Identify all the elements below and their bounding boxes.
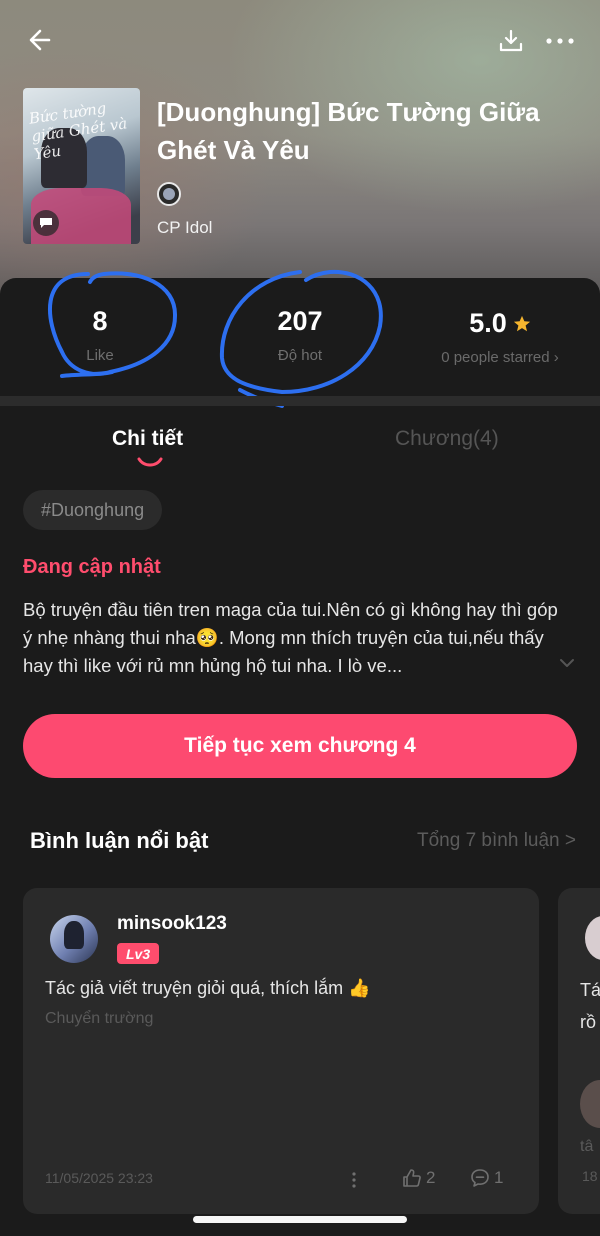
stat-rating[interactable]: 5.0 0 people starred › xyxy=(420,308,580,366)
peek-comment-text: Tá xyxy=(580,980,600,1000)
hot-count: 207 xyxy=(277,306,323,336)
back-arrow-icon xyxy=(29,29,51,51)
tab-detail[interactable]: Chi tiết xyxy=(112,427,183,451)
avatar[interactable] xyxy=(50,915,98,963)
comment-text: Tác giả viết truyện giỏi quá, thích lắm … xyxy=(45,978,371,998)
more-icon xyxy=(546,38,574,44)
speech-bubble-icon xyxy=(471,1169,489,1187)
chat-bubble-icon xyxy=(33,210,59,236)
tab-chapters[interactable]: Chương(4) xyxy=(395,427,499,451)
hot-label: Độ hot xyxy=(277,347,323,364)
back-button[interactable] xyxy=(20,20,60,60)
comment-chapter: Chuyển trường xyxy=(45,1010,154,1027)
author-name[interactable]: CP Idol xyxy=(157,218,212,238)
stat-likes: 8 Like xyxy=(40,306,160,364)
author-avatar[interactable] xyxy=(157,182,181,206)
home-indicator[interactable] xyxy=(193,1216,407,1223)
peek-comment-chapter: tâ xyxy=(580,1138,594,1155)
comment-date: 11/05/2025 23:23 xyxy=(45,1170,153,1186)
kebab-menu-icon[interactable] xyxy=(344,1170,364,1190)
comments-section-title: Bình luận nổi bật xyxy=(30,828,209,853)
comment-reply-button[interactable]: 1 xyxy=(470,1168,503,1188)
level-badge: Lv3 xyxy=(117,943,160,964)
book-title: [Duonghung] Bức Tường Giữa Ghét Và Yêu xyxy=(157,97,540,165)
chevron-down-icon[interactable] xyxy=(556,652,578,674)
hashtag-chip[interactable]: #Duonghung xyxy=(23,490,163,530)
comment-reply-count: 1 xyxy=(494,1168,504,1187)
peek-comment-date: 18 xyxy=(582,1168,598,1184)
comment-like-count: 2 xyxy=(426,1168,436,1187)
peek-comment-text: rồ xyxy=(580,1012,597,1032)
rating-value-row: 5.0 xyxy=(469,308,531,339)
more-button[interactable] xyxy=(540,22,580,60)
star-icon xyxy=(513,315,530,331)
book-description: Bộ truyện đầu tiên tren maga của tui.Nên… xyxy=(23,599,558,676)
download-button[interactable] xyxy=(492,22,530,60)
tab-active-indicator xyxy=(137,457,163,467)
thumbs-up-icon xyxy=(403,1169,421,1187)
download-icon xyxy=(499,29,523,52)
continue-reading-button[interactable]: Tiếp tục xem chương 4 xyxy=(23,714,577,778)
comment-card[interactable] xyxy=(23,888,539,1214)
all-comments-link[interactable]: Tổng 7 bình luận > xyxy=(417,830,576,852)
comment-username[interactable]: minsook123 xyxy=(117,913,227,935)
book-cover: Bức tường giữa Ghét và Yêu xyxy=(23,88,140,244)
comment-like-button[interactable]: 2 xyxy=(402,1168,435,1188)
rating-value: 5.0 xyxy=(469,308,507,338)
rating-label: 0 people starred › xyxy=(441,349,559,366)
stat-hot: 207 Độ hot xyxy=(240,306,360,364)
likes-count: 8 xyxy=(92,306,108,336)
likes-label: Like xyxy=(86,347,114,364)
update-status: Đang cập nhật xyxy=(23,556,161,578)
section-divider xyxy=(0,396,600,406)
